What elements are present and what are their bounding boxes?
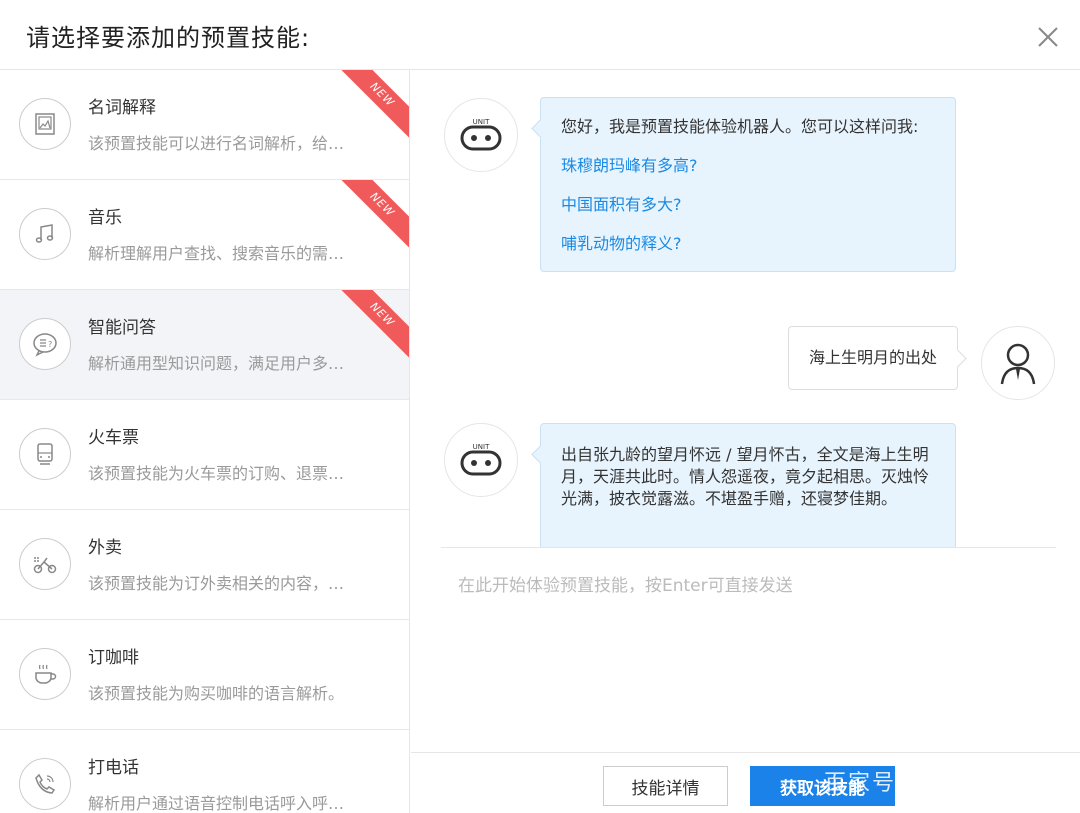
svg-text:?: ? [48,340,52,349]
suggestion-link[interactable]: 珠穆朗玛峰有多高? [561,155,935,177]
bot-reply-text: 出自张九龄的望月怀远 / 望月怀古，全文是海上生明月，天涯共此时。情人怨遥夜，竟… [561,445,930,508]
robot-avatar-icon: UNIT [444,423,518,497]
skill-item-music[interactable]: 音乐 解析理解用户查找、搜索音乐的需… NEW [0,180,409,290]
skill-name: 订咖啡 [88,648,139,668]
chat-question-icon: ? [19,318,71,370]
skill-detail-button[interactable]: 技能详情 [603,766,728,806]
svg-text:UNIT: UNIT [473,118,490,126]
dialog-title: 请选择要添加的预置技能: [26,24,311,52]
suggestion-link[interactable]: 哺乳动物的释义? [561,233,935,255]
skill-desc: 该预置技能为购买咖啡的语言解析。 [88,684,345,703]
coffee-cup-icon [19,648,71,700]
skill-desc: 该预置技能可以进行名词解析，给… [88,134,345,153]
skill-name: 音乐 [88,208,122,228]
skill-name: 名词解释 [88,98,156,118]
bot-message-reply: 出自张九龄的望月怀远 / 望月怀古，全文是海上生明月，天涯共此时。情人怨遥夜，竟… [540,423,956,547]
chat-input[interactable] [441,549,1056,752]
chat-panel: UNIT 您好，我是预置技能体验机器人。您可以这样问我: 珠穆朗玛峰有多高? 中… [441,70,1056,548]
skill-list: 名词解释 该预置技能可以进行名词解析，给… NEW 音乐 解析理解用户查找、搜索… [0,70,410,813]
skill-item-qa[interactable]: ? 智能问答 解析通用型知识问题，满足用户多… NEW [0,290,409,400]
robot-avatar-icon: UNIT [444,98,518,172]
skill-desc: 解析理解用户查找、搜索音乐的需… [88,244,345,263]
dialog-footer: 技能详情 获取该技能 [411,752,1080,813]
skill-item-phone[interactable]: 打电话 解析用户通过语音控制电话呼入呼… [0,730,409,813]
skill-item-glossary[interactable]: 名词解释 该预置技能可以进行名词解析，给… NEW [0,70,409,180]
dictionary-icon [19,98,71,150]
skill-item-takeout[interactable]: 外卖 该预置技能为订外卖相关的内容，… [0,510,409,620]
bike-delivery-icon [19,538,71,590]
close-icon[interactable] [1036,20,1060,50]
dialog-header: 请选择要添加的预置技能: [0,0,1080,70]
skill-name: 火车票 [88,428,139,448]
get-skill-button[interactable]: 获取该技能 [750,766,895,806]
user-avatar-icon [981,326,1055,400]
svg-text:UNIT: UNIT [473,443,490,451]
train-icon [19,428,71,480]
music-note-icon [19,208,71,260]
skill-item-coffee[interactable]: 订咖啡 该预置技能为购买咖啡的语言解析。 [0,620,409,730]
skill-name: 外卖 [88,538,122,558]
suggestion-link[interactable]: 中国面积有多大? [561,194,935,216]
phone-icon [19,758,71,810]
user-message: 海上生明月的出处 [787,326,958,390]
skill-item-train[interactable]: 火车票 该预置技能为火车票的订购、退票… [0,400,409,510]
skill-desc: 解析用户通过语音控制电话呼入呼… [88,794,345,813]
skill-name: 智能问答 [88,318,156,338]
skill-desc: 解析通用型知识问题，满足用户多… [88,354,345,373]
skill-desc: 该预置技能为订外卖相关的内容，… [88,574,345,593]
skill-desc: 该预置技能为火车票的订购、退票… [88,464,345,483]
skill-name: 打电话 [88,758,139,778]
greeting-text: 您好，我是预置技能体验机器人。您可以这样问我: [561,117,919,136]
bot-message-greeting: 您好，我是预置技能体验机器人。您可以这样问我: 珠穆朗玛峰有多高? 中国面积有多… [540,97,956,272]
